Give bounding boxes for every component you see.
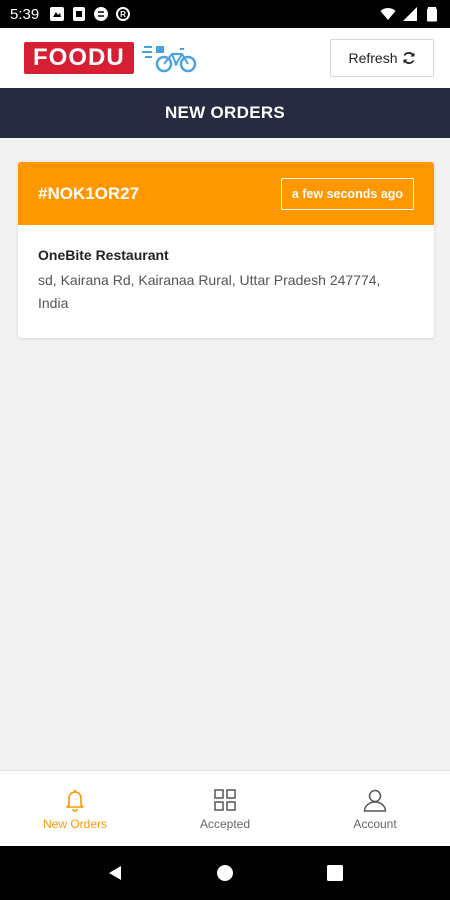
nav-account[interactable]: Account: [300, 771, 450, 846]
bell-icon: [66, 789, 84, 812]
grid-icon: [214, 788, 236, 811]
order-time-badge: a few seconds ago: [280, 177, 414, 210]
refresh-button[interactable]: Refresh: [330, 39, 434, 77]
data-saver-icon: R: [116, 7, 131, 21]
refresh-label: Refresh: [348, 50, 398, 66]
sim-icon: [73, 7, 86, 21]
sync-icon: [94, 7, 109, 21]
wifi-icon: [380, 8, 396, 20]
page-title: NEW ORDERS: [164, 103, 286, 122]
orders-list: #NOK1OR27 a few seconds ago OneBite Rest…: [0, 138, 450, 770]
order-card-body: OneBite Restaurant sd, Kairana Rd, Kaira…: [18, 225, 434, 315]
signal-icon: [403, 7, 417, 21]
bicycle-logo-icon: [141, 46, 196, 73]
home-button[interactable]: [215, 863, 235, 883]
order-card[interactable]: #NOK1OR27 a few seconds ago OneBite Rest…: [18, 162, 434, 338]
system-nav-bar: [0, 846, 450, 900]
status-time: 5:39: [10, 5, 40, 23]
app-header: FOODU Refresh: [0, 28, 450, 88]
home-icon: [217, 865, 233, 881]
nav-accepted[interactable]: Accepted: [150, 771, 300, 846]
order-id: #NOK1OR27: [38, 183, 140, 203]
status-bar: 5:39 R: [0, 0, 450, 28]
nav-label-account: Account: [353, 816, 397, 831]
status-icons-right: [380, 6, 440, 22]
status-icons-left: R: [49, 6, 131, 22]
recents-button[interactable]: [325, 863, 345, 883]
foodu-logo: FOODU: [24, 42, 134, 74]
restaurant-address: sd, Kairana Rd, Kairanaa Rural, Uttar Pr…: [38, 272, 381, 311]
back-icon: [109, 866, 121, 880]
nav-new-orders[interactable]: New Orders: [0, 771, 150, 846]
title-bar: NEW ORDERS: [0, 88, 450, 138]
nav-label-new-orders: New Orders: [42, 816, 107, 831]
user-icon: [363, 789, 387, 812]
restaurant-name: OneBite Restaurant: [38, 247, 169, 263]
logo-text: FOODU: [33, 44, 125, 71]
svg-text:R: R: [120, 10, 126, 19]
refresh-icon: [403, 52, 415, 64]
battery-icon: [427, 7, 437, 22]
order-card-header: #NOK1OR27 a few seconds ago: [18, 162, 434, 225]
bottom-nav: New Orders Accepted Account: [0, 770, 450, 846]
recents-icon: [327, 865, 343, 881]
back-button[interactable]: [105, 863, 125, 883]
notification-icon: [50, 7, 65, 21]
nav-label-accepted: Accepted: [199, 816, 251, 831]
